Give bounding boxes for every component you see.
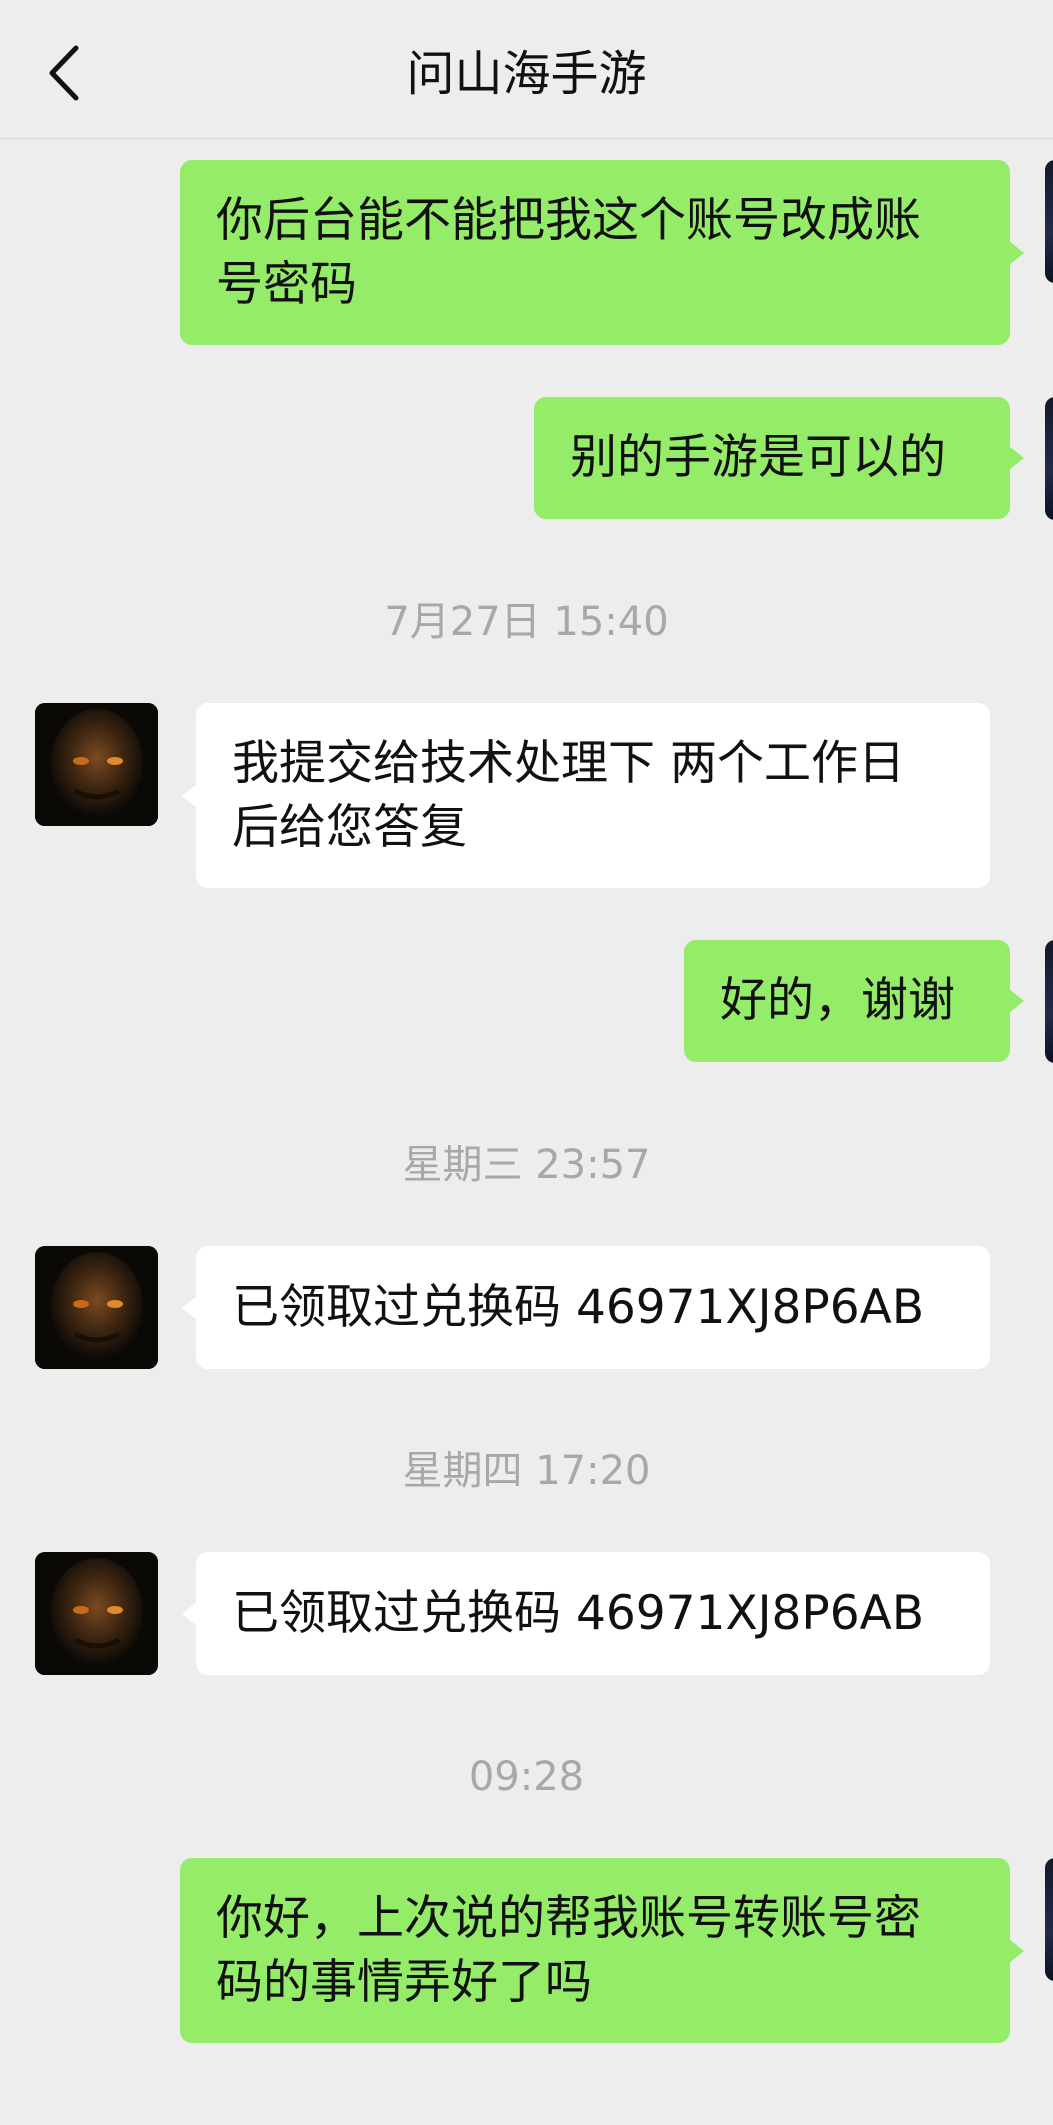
my-avatar[interactable] [1045,160,1053,283]
message-line: 我提交给技术处理下 两个工作日 [232,735,905,791]
sent-message-bubble[interactable]: 你好，上次说的帮我账号转账号密 码的事情弄好了吗 [180,1858,1024,2043]
message-row: 你好，上次说的帮我账号转账号密 码的事情弄好了吗 [0,1858,1053,2043]
message-line: 后给您答复 [232,799,467,855]
message-row: 好的，谢谢 [0,940,1053,1063]
my-avatar[interactable] [1045,940,1053,1063]
monkey-avatar-icon [35,1552,158,1675]
message-row: 我提交给技术处理下 两个工作日 后给您答复 [0,703,1053,888]
message-line: 号密码 [216,256,357,312]
timestamp: 7月27日 15:40 [384,599,669,645]
message-line: 你好，上次说的帮我账号转账号密 [216,1890,921,1946]
contact-avatar[interactable] [35,1246,158,1369]
my-avatar[interactable] [1045,397,1053,520]
timestamp: 星期三 23:57 [402,1142,651,1188]
sent-message-bubble[interactable]: 别的手游是可以的 [534,397,1024,519]
message-line: 已领取过兑换码 46971XJ8P6AB [232,1585,925,1641]
nav-bar: 问山海手游 [0,0,1053,139]
monkey-avatar-icon [35,1246,158,1369]
message-line: 好的，谢谢 [720,973,955,1028]
message-row: 已领取过兑换码 46971XJ8P6AB [0,1246,1053,1369]
sent-message-bubble[interactable]: 你后台能不能把我这个账号改成账 号密码 [180,160,1024,345]
sent-message-bubble[interactable]: 好的，谢谢 [684,940,1024,1062]
timestamp: 星期四 17:20 [402,1448,651,1494]
message-line: 你后台能不能把我这个账号改成账 [216,192,921,248]
my-avatar[interactable] [1045,1858,1053,1981]
timestamp: 09:28 [468,1754,585,1800]
chat-title: 问山海手游 [406,46,647,102]
message-line: 已领取过兑换码 46971XJ8P6AB [232,1279,925,1335]
contact-avatar[interactable] [35,703,158,826]
received-message-bubble[interactable]: 已领取过兑换码 46971XJ8P6AB [182,1246,990,1369]
received-message-bubble[interactable]: 我提交给技术处理下 两个工作日 后给您答复 [182,703,990,888]
chat-screen: 问山海手游 你后台能不能把我这个账号改成账 号密码 别的手游是可以的 7月27日… [0,0,1053,2125]
message-row: 已领取过兑换码 46971XJ8P6AB [0,1552,1053,1675]
message-row: 别的手游是可以的 [0,397,1053,520]
contact-avatar[interactable] [35,1552,158,1675]
message-line: 码的事情弄好了吗 [216,1954,592,2010]
message-row: 你后台能不能把我这个账号改成账 号密码 [0,160,1053,345]
monkey-avatar-icon [35,703,158,826]
received-message-bubble[interactable]: 已领取过兑换码 46971XJ8P6AB [182,1552,990,1675]
message-line: 别的手游是可以的 [570,430,946,485]
